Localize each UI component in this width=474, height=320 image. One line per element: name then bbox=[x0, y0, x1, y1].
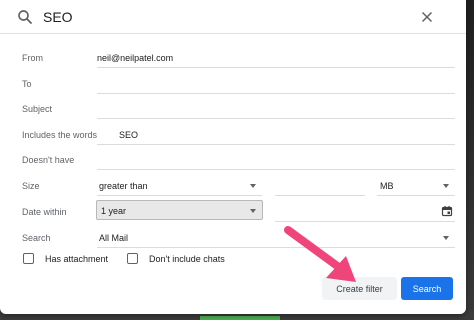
size-unit-value: MB bbox=[380, 181, 394, 191]
chevron-down-icon bbox=[443, 236, 449, 240]
size-label: Size bbox=[22, 181, 40, 191]
no-chats-label: Don't include chats bbox=[149, 254, 225, 264]
subject-field[interactable] bbox=[97, 99, 455, 119]
size-comparator-value: greater than bbox=[99, 181, 148, 191]
subject-row: Subject bbox=[0, 99, 466, 123]
size-comparator-select[interactable]: greater than bbox=[97, 176, 262, 196]
search-in-label: Search bbox=[22, 233, 51, 243]
create-filter-button[interactable]: Create filter bbox=[322, 277, 397, 300]
date-field[interactable] bbox=[275, 202, 455, 222]
search-in-row: Search All Mail bbox=[0, 228, 466, 252]
search-in-value: All Mail bbox=[99, 233, 129, 243]
from-field[interactable]: neil@neilpatel.com bbox=[97, 48, 455, 68]
doesnt-have-row: Doesn't have bbox=[0, 150, 466, 174]
search-query[interactable]: SEO bbox=[43, 9, 73, 25]
date-within-select[interactable]: 1 year bbox=[96, 200, 263, 220]
date-within-label: Date within bbox=[22, 207, 67, 217]
search-button[interactable]: Search bbox=[401, 277, 453, 300]
close-icon[interactable] bbox=[418, 8, 436, 26]
checkbox-box[interactable] bbox=[23, 253, 34, 264]
date-within-value: 1 year bbox=[101, 206, 127, 216]
includes-words-label: Includes the words bbox=[22, 130, 98, 140]
background-accent-bar bbox=[200, 316, 280, 320]
date-within-row: Date within 1 year bbox=[0, 200, 466, 226]
size-unit-select[interactable]: MB bbox=[377, 176, 455, 196]
advanced-search-panel: SEO From neil@neilpatel.com To Subject I… bbox=[0, 0, 466, 314]
checkbox-box[interactable] bbox=[127, 253, 138, 264]
size-number-field[interactable] bbox=[275, 176, 365, 196]
has-attachment-label: Has attachment bbox=[45, 254, 109, 264]
to-label: To bbox=[22, 79, 32, 89]
chevron-down-icon bbox=[443, 184, 449, 188]
to-row: To bbox=[0, 74, 466, 98]
size-row: Size greater than MB bbox=[0, 176, 466, 200]
search-in-select[interactable]: All Mail bbox=[97, 228, 455, 248]
doesnt-have-field[interactable] bbox=[97, 150, 455, 170]
calendar-icon[interactable] bbox=[441, 205, 453, 217]
subject-label: Subject bbox=[22, 104, 53, 114]
chevron-down-icon bbox=[250, 209, 256, 213]
from-label: From bbox=[22, 53, 43, 63]
includes-words-field[interactable]: SEO bbox=[97, 125, 455, 145]
includes-words-row: Includes the words SEO bbox=[0, 125, 466, 149]
doesnt-have-label: Doesn't have bbox=[22, 155, 75, 165]
search-icon[interactable] bbox=[16, 8, 34, 26]
to-field[interactable] bbox=[97, 74, 455, 94]
search-bar: SEO bbox=[0, 0, 466, 34]
from-row: From neil@neilpatel.com bbox=[0, 48, 466, 72]
chevron-down-icon bbox=[250, 184, 256, 188]
